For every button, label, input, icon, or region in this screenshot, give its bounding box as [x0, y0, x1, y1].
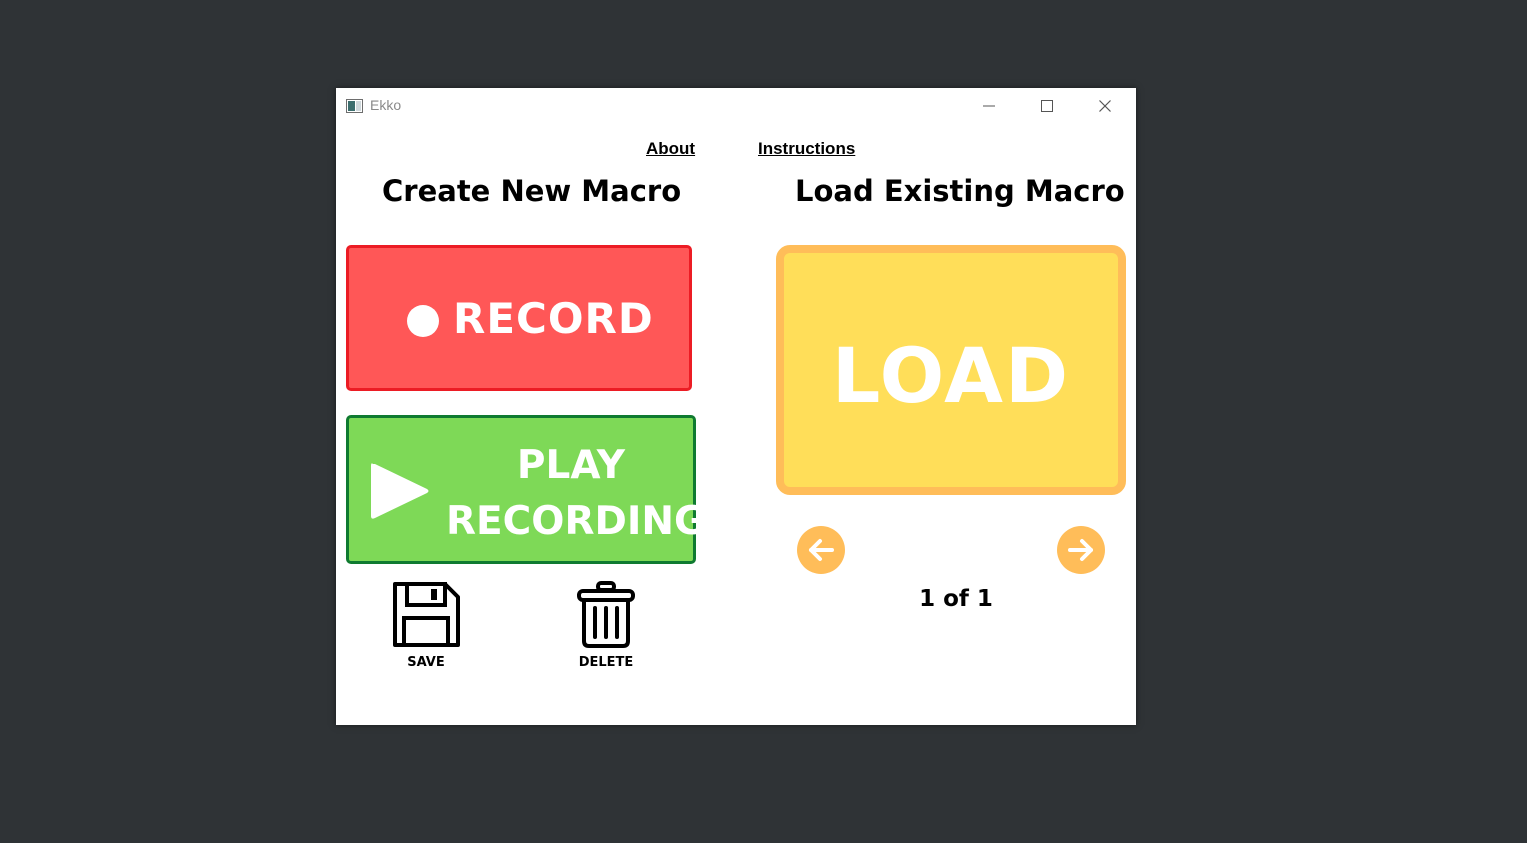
close-icon [1099, 100, 1111, 112]
app-icon [346, 99, 363, 113]
delete-button[interactable]: DELETE [572, 581, 640, 670]
close-button[interactable] [1076, 88, 1134, 124]
play-recording-button[interactable]: PLAY RECORDING [346, 415, 707, 564]
save-label: SAVE [407, 655, 445, 670]
save-button[interactable]: SAVE [388, 581, 464, 670]
about-link[interactable]: About [646, 139, 695, 159]
page-indicator: 1 of 1 [919, 586, 993, 612]
instructions-link[interactable]: Instructions [758, 139, 855, 159]
next-macro-button[interactable] [1057, 526, 1105, 574]
load-label: LOAD [831, 331, 1071, 420]
maximize-icon [1041, 100, 1053, 112]
maximize-button[interactable] [1018, 88, 1076, 124]
arrow-left-icon [809, 539, 834, 561]
record-button[interactable]: RECORD [346, 245, 692, 391]
trash-icon [577, 581, 635, 648]
title-bar[interactable]: Ekko [336, 88, 1136, 124]
save-icon [393, 582, 460, 647]
minimize-button[interactable] [960, 88, 1018, 124]
window-title: Ekko [370, 97, 402, 113]
create-section-title: Create New Macro [382, 174, 682, 208]
play-recording-label: PLAY RECORDING [446, 443, 707, 544]
app-window: Ekko About Instructions Create New Macro… [336, 88, 1136, 725]
arrow-right-icon [1068, 539, 1093, 561]
delete-label: DELETE [578, 655, 634, 670]
previous-macro-button[interactable] [797, 526, 845, 574]
load-button[interactable]: LOAD [776, 245, 1126, 495]
load-section-title: Load Existing Macro [795, 174, 1125, 208]
play-icon [371, 463, 429, 519]
minimize-icon [983, 105, 995, 107]
record-dot-icon [407, 305, 439, 337]
record-label: RECORD [453, 294, 654, 343]
